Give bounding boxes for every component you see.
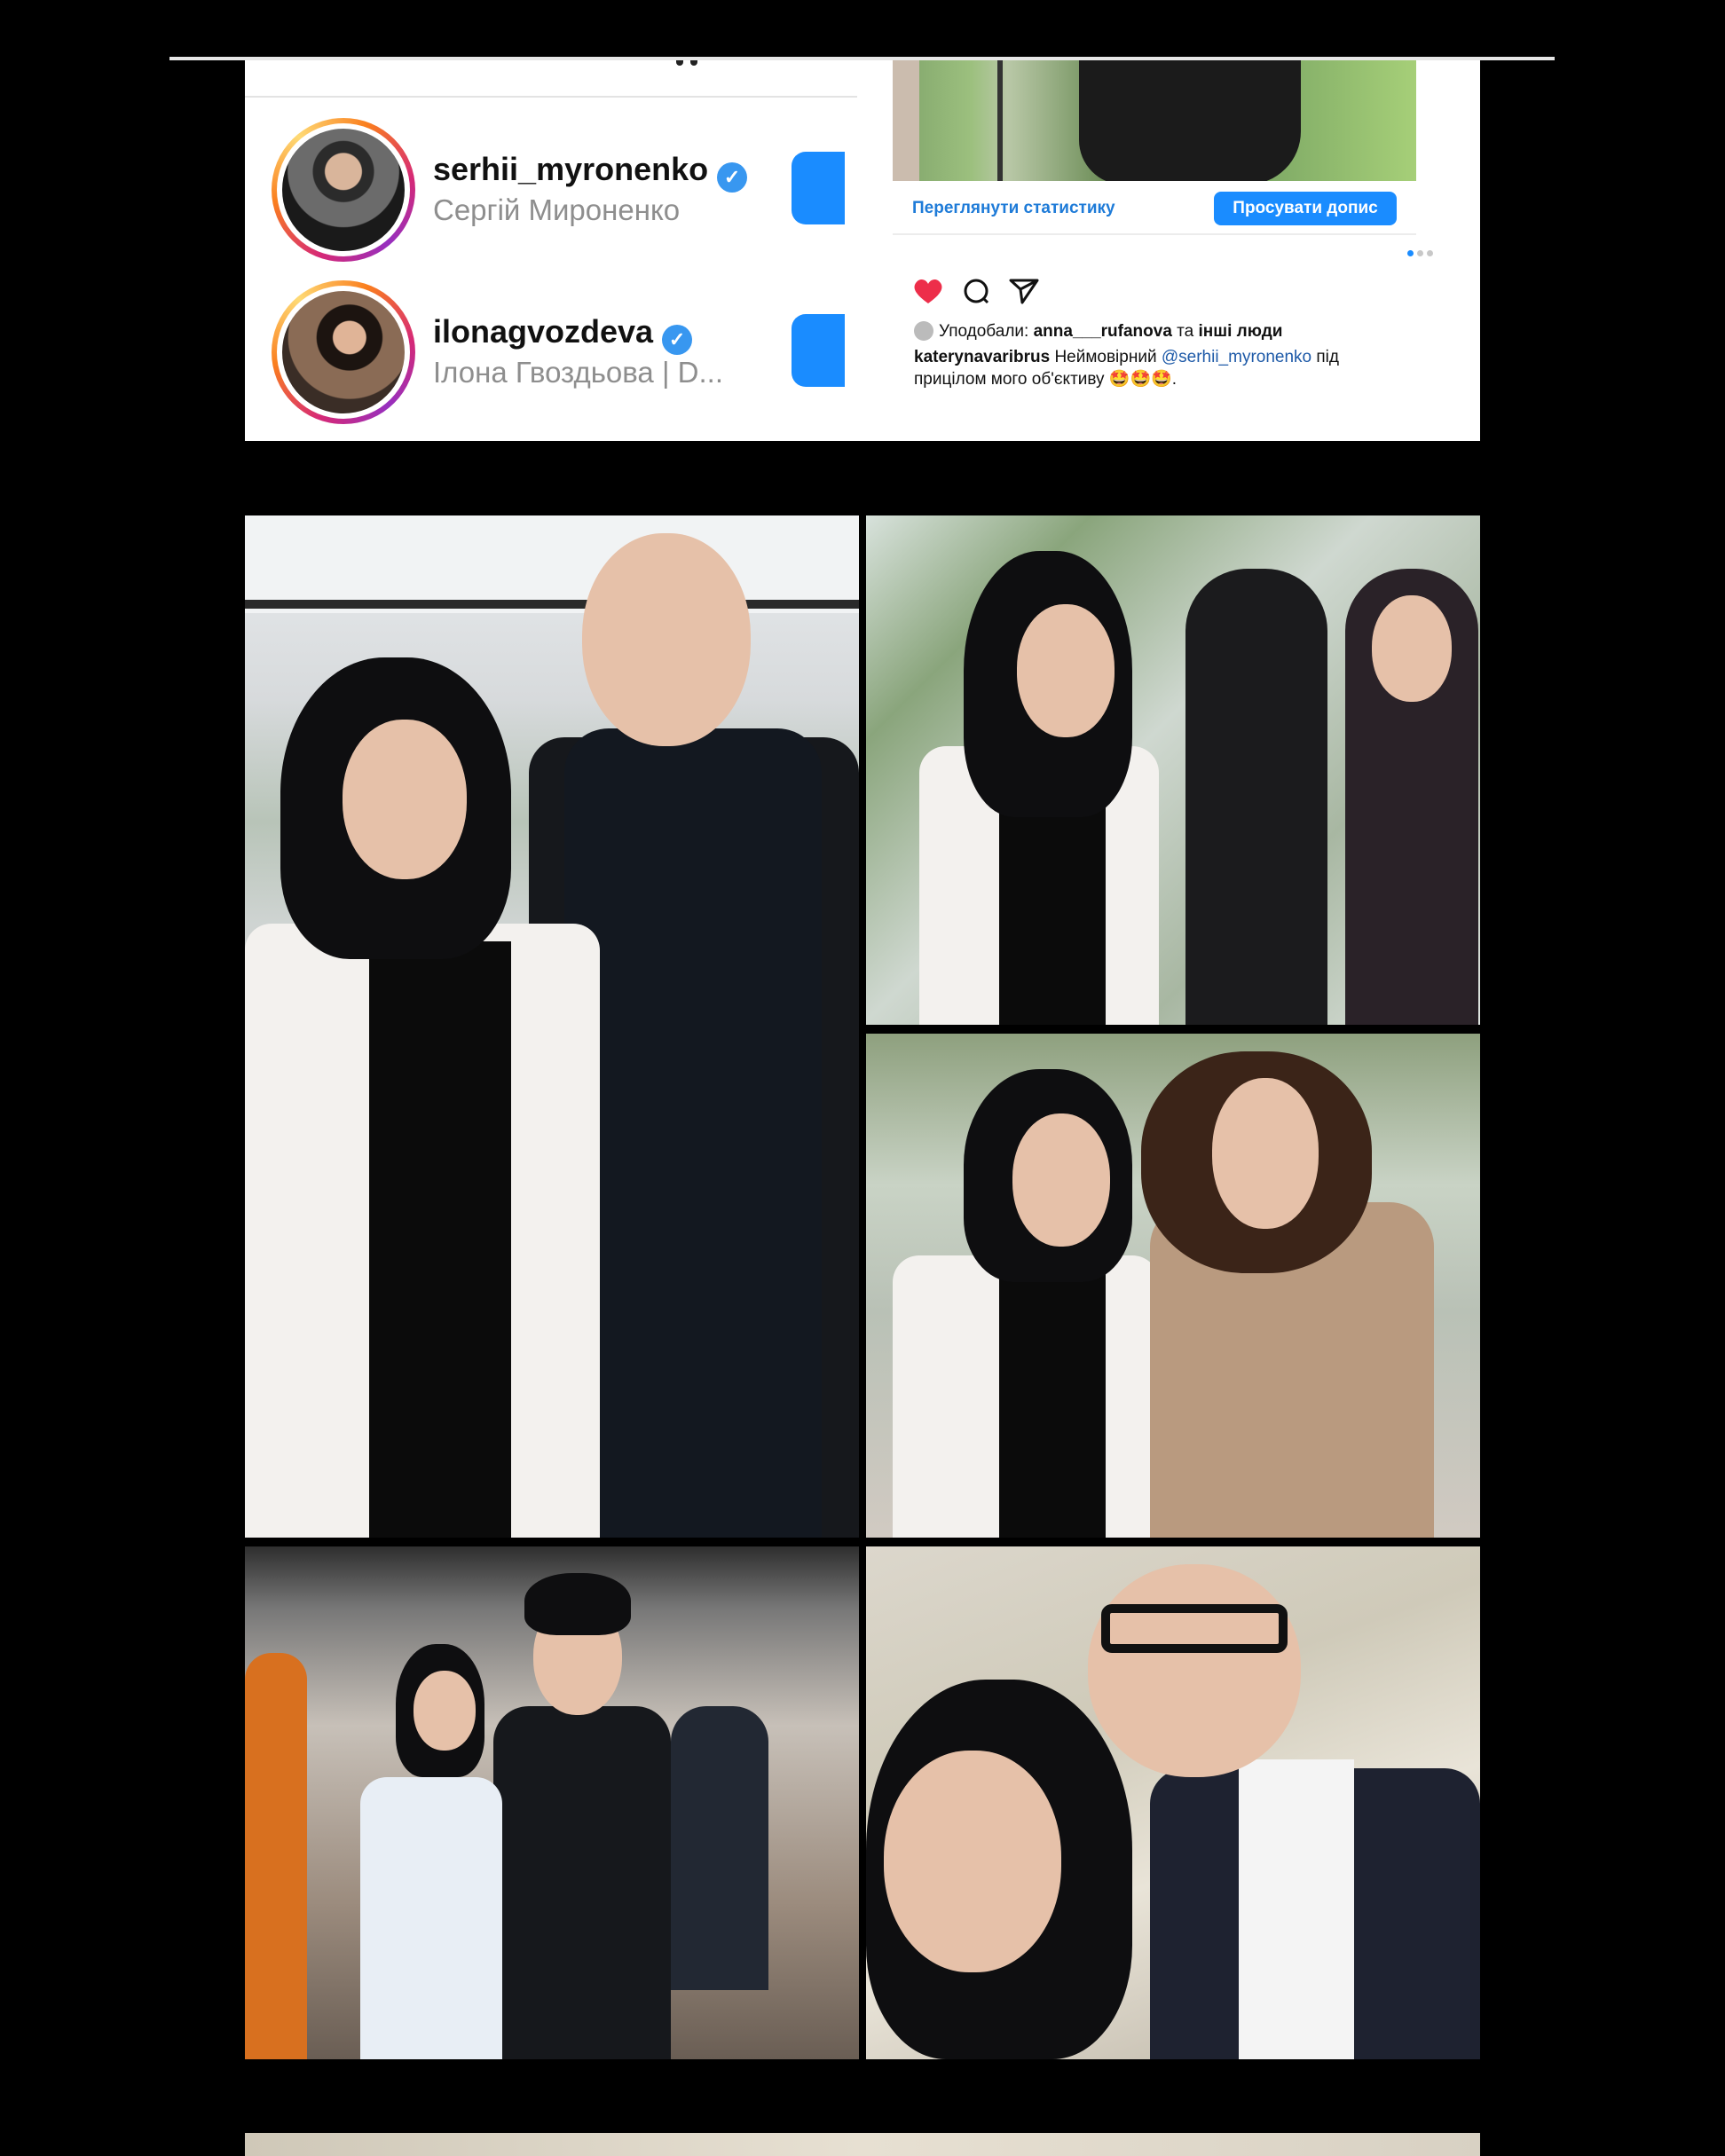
post-image[interactable]: [893, 60, 1416, 181]
account-username[interactable]: ilonagvozdeva ✓: [433, 313, 693, 355]
account-row[interactable]: serhii_myronenko ✓ Сергій Мироненко: [272, 118, 857, 269]
comment-icon[interactable]: [958, 273, 994, 309]
verified-badge-icon: ✓: [662, 325, 693, 355]
top-cutoff-mark: [676, 60, 683, 66]
carousel-dot-active: [1407, 250, 1414, 256]
post-divider: [893, 233, 1416, 235]
instagram-screenshot: serhii_myronenko ✓ Сергій Мироненко ilona…: [245, 60, 1480, 441]
account-full-name: Сергій Мироненко: [433, 193, 681, 226]
photo-selfie-with-man-in-glasses: [866, 1546, 1480, 2059]
carousel-dot: [1417, 250, 1423, 256]
username-text: serhii_myronenko: [433, 151, 709, 187]
view-insights-link[interactable]: Переглянути статистику: [912, 199, 1115, 218]
account-row[interactable]: ilonagvozdeva ✓ Ілона Гвоздьова | D...: [272, 280, 857, 431]
avatar: [282, 129, 405, 251]
account-full-name: Ілона Гвоздьова | D...: [433, 356, 724, 389]
follow-button[interactable]: [792, 314, 845, 387]
caption-author[interactable]: katerynavaribrus: [914, 348, 1050, 366]
liker-avatar: [914, 321, 933, 341]
photo-woman-with-camera-strap: [866, 515, 1480, 1025]
follow-button[interactable]: [792, 152, 845, 224]
caption-mention[interactable]: @serhii_myronenko: [1162, 348, 1311, 366]
carousel-dot: [1427, 250, 1433, 256]
account-username[interactable]: serhii_myronenko ✓: [433, 151, 748, 193]
photo-woman-with-man-in-suit: [245, 1546, 859, 2059]
photo-woman-and-man: [245, 515, 859, 1538]
story-ring[interactable]: [272, 280, 415, 424]
glasses: [1101, 1604, 1288, 1653]
next-image-partial: [245, 2133, 1480, 2156]
top-cutoff-mark: [690, 60, 697, 66]
promote-post-button[interactable]: Просувати допис: [1214, 192, 1397, 225]
username-text: ilonagvozdeva: [433, 313, 654, 350]
avatar: [282, 291, 405, 413]
others-link[interactable]: інші люди: [1199, 322, 1283, 341]
post-caption: katerynavaribrus Неймовірний @serhii_myr…: [914, 348, 1339, 389]
verified-badge-icon: ✓: [717, 162, 748, 193]
liked-by-line[interactable]: Уподобали: anna___rufanova та інші люди: [914, 321, 1282, 342]
liker-username[interactable]: anna___rufanova: [1034, 322, 1172, 341]
heart-icon[interactable]: [910, 273, 946, 309]
story-ring[interactable]: [272, 118, 415, 262]
suggested-accounts-list: serhii_myronenko ✓ Сергій Мироненко ilona…: [245, 60, 857, 441]
photo-two-women: [866, 1034, 1480, 1538]
post-panel: Переглянути статистику Просувати допис У…: [893, 60, 1480, 441]
share-icon[interactable]: [1006, 273, 1042, 309]
list-divider: [245, 96, 857, 98]
